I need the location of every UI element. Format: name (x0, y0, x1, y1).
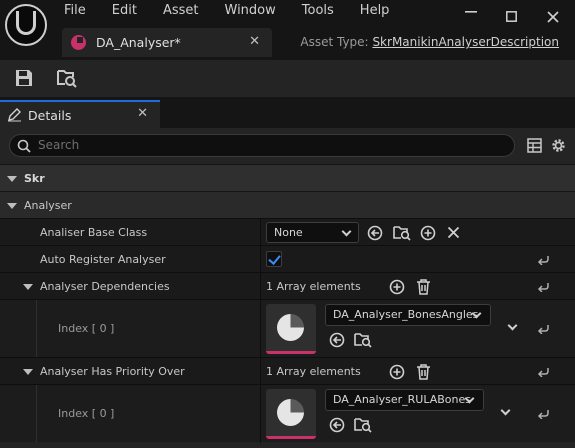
chevron-down-icon (341, 226, 352, 237)
array-index-label: Index [ 0 ] (58, 322, 115, 335)
add-element-icon[interactable] (389, 279, 405, 295)
asset-tab[interactable]: DA_Analyser* ✕ (62, 28, 272, 57)
title-bar: File Edit Asset Window Tools Help DA_Ana… (0, 0, 575, 60)
column-divider[interactable] (260, 273, 261, 300)
category-analyser[interactable]: Analyser (0, 191, 575, 218)
use-selected-icon[interactable] (329, 417, 345, 433)
category-analyser-label: Analyser (24, 199, 72, 212)
save-icon[interactable] (13, 68, 35, 88)
expand-chevron-icon[interactable] (507, 320, 518, 331)
menu-edit[interactable]: Edit (112, 3, 137, 18)
data-asset-pie-icon (277, 399, 304, 426)
add-element-icon[interactable] (389, 364, 405, 380)
asset-picker-combo[interactable]: DA_Analyser_BonesAngles (325, 304, 491, 326)
reset-arrow-icon[interactable] (537, 323, 550, 334)
gear-icon[interactable] (550, 137, 567, 154)
clear-icon[interactable] (447, 226, 460, 239)
property-label: Analyser Dependencies (40, 280, 170, 293)
reset-arrow-icon[interactable] (537, 408, 550, 419)
search-icon (17, 139, 31, 153)
asset-picker-combo[interactable]: DA_Analyser_RULABones (325, 389, 484, 411)
asset-type: Asset Type: SkrManikinAnalyserDescriptio… (300, 35, 559, 49)
asset-picker-value: DA_Analyser_RULABones (333, 393, 471, 406)
column-divider[interactable] (260, 219, 261, 246)
add-icon[interactable] (420, 225, 436, 241)
browse-icon[interactable] (354, 331, 372, 348)
minimize-icon[interactable] (465, 10, 477, 14)
data-asset-icon (71, 35, 86, 50)
data-asset-pie-icon (277, 314, 304, 341)
property-row-priority[interactable]: Analyser Has Priority Over 1 Array eleme… (0, 357, 575, 385)
column-divider[interactable] (260, 246, 261, 273)
property-row-auto-register: Auto Register Analyser (0, 245, 575, 273)
use-selected-icon[interactable] (367, 225, 383, 241)
menu-file[interactable]: File (64, 3, 86, 18)
details-tab-close-icon[interactable]: ✕ (137, 106, 148, 121)
property-label: Analiser Base Class (40, 226, 148, 239)
table-view-icon[interactable] (527, 138, 542, 153)
array-count: 1 Array elements (266, 280, 361, 293)
property-label: Auto Register Analyser (40, 253, 166, 266)
window-close-icon[interactable] (547, 11, 559, 23)
reset-arrow-icon[interactable] (537, 254, 550, 265)
menu-bar: File Edit Asset Window Tools Help (64, 3, 415, 18)
asset-picker-value: DA_Analyser_BonesAngles (333, 308, 479, 321)
array-element-row: Index [ 0 ] DA_Analyser_RULABones (0, 384, 575, 443)
details-panel: Search Skr Analyser Analiser Base Class … (0, 128, 575, 448)
details-tab[interactable]: Details ✕ (0, 100, 160, 128)
use-selected-icon[interactable] (329, 332, 345, 348)
auto-register-checkbox[interactable] (266, 251, 282, 267)
array-index-label: Index [ 0 ] (58, 407, 115, 420)
asset-thumbnail[interactable] (266, 304, 316, 354)
delete-icon[interactable] (416, 278, 431, 295)
maximize-icon[interactable] (506, 11, 517, 22)
property-row-dependencies[interactable]: Analyser Dependencies 1 Array elements (0, 272, 575, 300)
property-label: Analyser Has Priority Over (40, 365, 185, 378)
collapse-caret-icon[interactable] (7, 176, 17, 182)
collapse-caret-icon[interactable] (7, 203, 17, 209)
indent-guide (36, 300, 37, 358)
indent-guide (36, 385, 37, 443)
engine-logo[interactable] (5, 4, 47, 46)
base-class-combo[interactable]: None (266, 222, 359, 243)
property-row-base-class: Analiser Base Class None (0, 218, 575, 246)
asset-toolbar (0, 60, 575, 97)
browse-icon[interactable] (354, 416, 372, 433)
asset-tab-close-icon[interactable]: ✕ (249, 34, 260, 49)
collapse-caret-icon[interactable] (23, 284, 33, 290)
search-placeholder: Search (38, 138, 80, 152)
array-element-row: Index [ 0 ] DA_Analyser_BonesAngles (0, 299, 575, 358)
delete-icon[interactable] (416, 363, 431, 380)
category-skr-label: Skr (24, 172, 45, 185)
search-input[interactable]: Search (9, 134, 515, 157)
asset-thumbnail[interactable] (266, 389, 316, 439)
menu-window[interactable]: Window (225, 3, 276, 18)
asset-type-prefix: Asset Type: (300, 35, 369, 49)
browse-icon[interactable] (393, 224, 411, 241)
asset-type-link[interactable]: SkrManikinAnalyserDescription (372, 35, 559, 49)
reset-arrow-icon[interactable] (537, 281, 550, 292)
column-divider[interactable] (260, 300, 261, 358)
browse-asset-icon[interactable] (56, 68, 78, 88)
base-class-value: None (274, 226, 303, 239)
column-divider[interactable] (260, 385, 261, 443)
collapse-caret-icon[interactable] (23, 369, 33, 375)
asset-tab-label: DA_Analyser* (96, 35, 181, 50)
menu-tools[interactable]: Tools (302, 3, 334, 18)
details-tab-label: Details (28, 108, 72, 123)
reset-arrow-icon[interactable] (537, 366, 550, 377)
menu-asset[interactable]: Asset (163, 3, 199, 18)
expand-chevron-icon[interactable] (500, 405, 511, 416)
pencil-icon (8, 108, 21, 122)
column-divider[interactable] (260, 358, 261, 385)
array-count: 1 Array elements (266, 365, 361, 378)
category-skr[interactable]: Skr (0, 164, 575, 191)
menu-help[interactable]: Help (360, 3, 390, 18)
